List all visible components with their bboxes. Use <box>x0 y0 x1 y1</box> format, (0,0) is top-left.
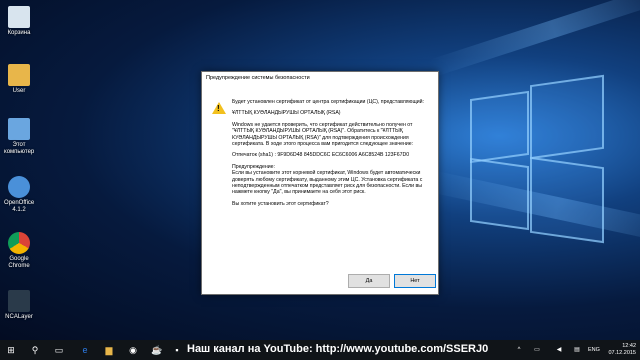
chrome-taskbar-icon[interactable]: ◉ <box>126 343 140 357</box>
warning-text: Если вы установите этот корневой сертифи… <box>232 170 423 196</box>
desktop-icon-ncalayer[interactable]: NCALayer <box>4 290 34 321</box>
wallpaper-windows-logo-pane <box>470 90 529 164</box>
install-question: Вы хотите установить этот сертификат? <box>232 200 329 207</box>
notification-icon[interactable]: ▤ <box>570 343 584 357</box>
network-icon[interactable]: ▭ <box>530 343 544 357</box>
no-button[interactable]: Нет <box>394 274 436 288</box>
desktop-icon-user[interactable]: User <box>4 64 34 95</box>
language-indicator[interactable]: ENG <box>588 347 600 353</box>
search-icon[interactable]: ⚲ <box>28 343 42 357</box>
start-button[interactable]: ⊞ <box>4 343 18 357</box>
desktop-icon-chrome[interactable]: Google Chrome <box>4 232 34 270</box>
recycle-bin-icon <box>8 6 30 28</box>
chrome-icon <box>8 232 30 254</box>
computer-icon <box>8 118 30 140</box>
wallpaper-windows-logo-pane <box>530 74 604 160</box>
security-warning-dialog: Предупреждение системы безопасности ! Бу… <box>201 71 439 295</box>
issuer-name: ҰЛТТЫҚ КУӘЛАНДЫРУШЫ ОРТАЛЫҚ (RSA) <box>232 110 341 117</box>
volume-icon[interactable]: ◀ <box>552 343 566 357</box>
tray-chevron-icon[interactable]: ^ <box>512 343 526 357</box>
clock[interactable]: 12:42 07.12.2015 <box>608 343 636 357</box>
clock-time: 12:42 <box>622 343 636 349</box>
yes-button[interactable]: Да <box>348 274 390 288</box>
intro-text: Будет установлен сертификат от центра се… <box>232 99 424 105</box>
openoffice-icon <box>8 176 30 198</box>
wallpaper-windows-logo-pane <box>470 157 529 231</box>
taskbar-app-icon[interactable]: ▪ <box>170 343 184 357</box>
clock-date: 07.12.2015 <box>608 350 636 356</box>
wallpaper-beam <box>427 0 640 78</box>
thumbprint: Отпечаток (sha1) : 9F9D6D48 845DDC6C EC6… <box>232 152 410 159</box>
edge-icon[interactable]: e <box>78 343 92 357</box>
task-view-icon[interactable]: ▭ <box>52 343 66 357</box>
ncalayer-icon <box>8 290 30 312</box>
desktop-icon-recycle-bin[interactable]: Корзина <box>4 6 34 37</box>
dialog-title: Предупреждение системы безопасности <box>202 72 438 85</box>
desktop-icon-this-pc[interactable]: Этот компьютер <box>4 118 34 156</box>
desktop-icon-openoffice[interactable]: OpenOffice 4.1.2 <box>4 176 34 214</box>
verification-text: Windows не удается проверить, что сертиф… <box>232 121 414 148</box>
java-icon[interactable]: ☕ <box>150 343 164 357</box>
user-folder-icon <box>8 64 30 86</box>
youtube-banner: Наш канал на YouTube: http://www.youtube… <box>187 343 489 355</box>
file-explorer-icon[interactable]: ▆ <box>102 343 116 357</box>
wallpaper-windows-logo-pane <box>530 156 604 244</box>
